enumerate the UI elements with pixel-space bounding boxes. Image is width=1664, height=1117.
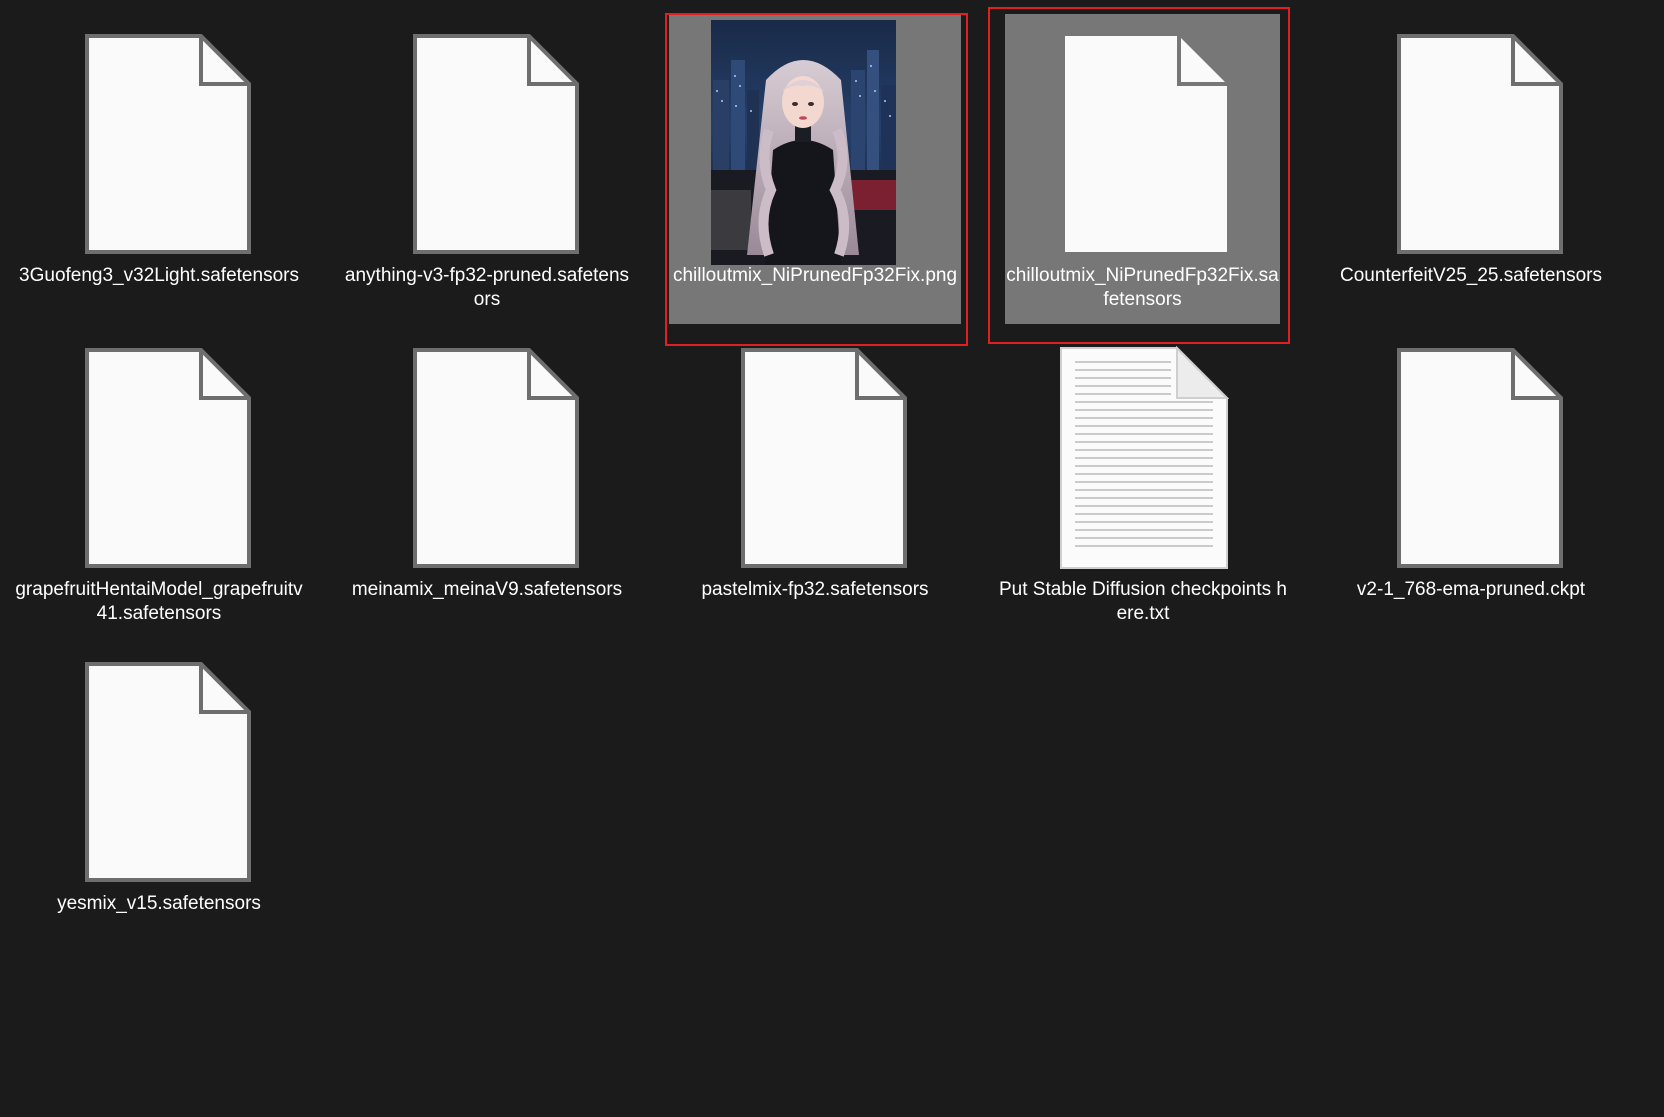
- file-item[interactable]: 3Guofeng3_v32Light.safetensors: [13, 14, 305, 324]
- file-item-selected[interactable]: chilloutmix_NiPrunedFp32Fix.png: [669, 14, 961, 324]
- file-item[interactable]: Put Stable Diffusion checkpoints here.tx…: [997, 328, 1289, 638]
- file-icon: [1397, 348, 1563, 568]
- file-item[interactable]: CounterfeitV25_25.safetensors: [1325, 14, 1617, 324]
- file-name: meinamix_meinaV9.safetensors: [351, 579, 623, 600]
- file-thumbnail: [341, 14, 633, 254]
- file-item-selected[interactable]: chilloutmix_NiPrunedFp32Fix.safetensors: [1005, 14, 1280, 324]
- file-name: pastelmix-fp32.safetensors: [701, 579, 929, 600]
- file-name: yesmix_v15.safetensors: [57, 893, 261, 914]
- file-thumbnail: [669, 14, 961, 265]
- file-icon: [85, 34, 251, 254]
- file-icon: [1065, 36, 1227, 252]
- file-item[interactable]: anything-v3-fp32-pruned.safetensors: [341, 14, 633, 324]
- image-thumbnail: [711, 20, 896, 265]
- file-name: grapefruitHentaiModel_grapefruitv41.safe…: [15, 579, 303, 624]
- file-name: anything-v3-fp32-pruned.safetensors: [344, 265, 630, 310]
- file-view: 3Guofeng3_v32Light.safetensors anything-…: [0, 0, 1664, 1117]
- file-icon: [85, 662, 251, 882]
- file-item[interactable]: pastelmix-fp32.safetensors: [669, 328, 961, 638]
- file-thumbnail: [997, 328, 1289, 569]
- file-item[interactable]: grapefruitHentaiModel_grapefruitv41.safe…: [13, 328, 305, 638]
- file-icon: [85, 348, 251, 568]
- file-name: CounterfeitV25_25.safetensors: [1340, 265, 1602, 286]
- file-icon: [741, 348, 907, 568]
- file-thumbnail: [341, 328, 633, 568]
- file-name: v2-1_768-ema-pruned.ckpt: [1356, 579, 1586, 600]
- file-icon: [413, 348, 579, 568]
- file-name: chilloutmix_NiPrunedFp32Fix.safetensors: [1006, 265, 1279, 310]
- file-name: Put Stable Diffusion checkpoints here.tx…: [999, 579, 1287, 624]
- text-document-icon: [1060, 346, 1229, 569]
- file-icon: [1397, 34, 1563, 254]
- file-icon: [413, 34, 579, 254]
- file-thumbnail: [13, 328, 305, 568]
- file-name: 3Guofeng3_v32Light.safetensors: [19, 265, 299, 286]
- file-name: chilloutmix_NiPrunedFp32Fix.png: [672, 265, 958, 286]
- file-thumbnail: [669, 328, 961, 568]
- file-item[interactable]: v2-1_768-ema-pruned.ckpt: [1325, 328, 1617, 638]
- file-item[interactable]: yesmix_v15.safetensors: [13, 642, 305, 952]
- file-thumbnail: [13, 642, 305, 882]
- file-thumbnail: [1325, 328, 1617, 568]
- file-item[interactable]: meinamix_meinaV9.safetensors: [341, 328, 633, 638]
- file-thumbnail: [1325, 14, 1617, 254]
- file-thumbnail: [1005, 14, 1297, 254]
- file-thumbnail: [13, 14, 305, 254]
